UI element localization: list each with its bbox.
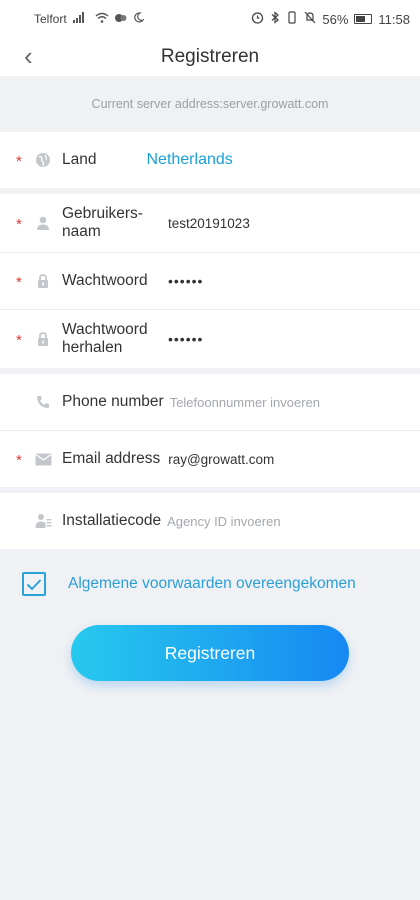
required-mark-placeholder: *: [16, 512, 30, 530]
signal-icon: [72, 12, 89, 26]
user-icon: [30, 213, 56, 233]
server-address-bar: Current server address:server.growatt.co…: [0, 76, 420, 132]
password-row[interactable]: * Wachtwoord ••••••: [0, 253, 420, 309]
app-header: ‹ Registreren: [0, 38, 420, 76]
contact-section: * Phone number Telefoonnummer invoeren *…: [0, 374, 420, 487]
install-code-input[interactable]: Agency ID invoeren: [167, 514, 280, 529]
phone-input[interactable]: Telefoonnummer invoeren: [170, 395, 320, 410]
land-value[interactable]: Netherlands: [146, 151, 232, 169]
installer-icon: [30, 511, 56, 531]
notification-icon: [114, 12, 127, 26]
terms-label[interactable]: Algemene voorwaarden overeengekomen: [68, 575, 356, 593]
bluetooth-icon: [270, 11, 280, 27]
username-input[interactable]: test20191023: [168, 216, 250, 231]
phone-icon: [30, 392, 56, 412]
account-section: * Gebruikers- naam test20191023 * Wachtw…: [0, 194, 420, 368]
mute-icon: [304, 11, 316, 27]
submit-wrapper: Registreren: [0, 619, 420, 681]
status-bar: Telfort 56% 11:58: [0, 0, 420, 38]
server-address-text: Current server address:server.growatt.co…: [91, 97, 329, 111]
phone-label: Phone number: [62, 393, 164, 411]
install-code-label: Installatiecode: [62, 512, 162, 530]
wifi-icon: [95, 12, 109, 26]
alarm-icon: [251, 11, 264, 27]
registration-form: * Land Netherlands: [0, 132, 420, 188]
password-label: Wachtwoord: [62, 272, 148, 290]
required-mark: *: [16, 332, 22, 349]
vibrate-icon: [286, 11, 298, 27]
phone-row[interactable]: * Phone number Telefoonnummer invoeren: [0, 374, 420, 430]
email-label: Email address: [62, 450, 161, 468]
terms-checkbox[interactable]: [22, 572, 46, 596]
password-repeat-label-line2: herhalen: [62, 339, 123, 356]
install-code-row[interactable]: * Installatiecode Agency ID invoeren: [0, 493, 420, 549]
required-mark: *: [16, 452, 22, 469]
required-mark: *: [16, 274, 22, 291]
email-row[interactable]: * Email address ray@growatt.com: [0, 431, 420, 487]
username-label-line1: Gebruikers-: [62, 205, 143, 223]
land-label: Land: [62, 151, 97, 169]
lock-icon: [30, 271, 56, 291]
battery-icon: [354, 14, 373, 24]
land-row[interactable]: * Land Netherlands: [0, 132, 420, 188]
required-mark-placeholder: *: [16, 393, 30, 411]
back-button[interactable]: ‹: [24, 42, 33, 70]
carrier-name: Telfort: [34, 12, 67, 26]
battery-percent: 56%: [322, 11, 349, 27]
page-title: Registreren: [160, 46, 260, 67]
mail-icon: [30, 449, 56, 469]
checkmark-icon: [26, 578, 42, 590]
username-label: Gebruikers- naam: [62, 205, 156, 241]
required-mark: *: [16, 216, 22, 233]
clock-time: 11:58: [378, 11, 410, 27]
terms-row: Algemene voorwaarden overeengekomen: [0, 549, 420, 619]
required-mark: *: [16, 153, 22, 170]
globe-icon: [30, 150, 56, 170]
lock-icon: [30, 329, 56, 349]
password-repeat-input[interactable]: ••••••: [168, 331, 203, 347]
password-input[interactable]: ••••••: [168, 273, 203, 289]
register-button[interactable]: Registreren: [71, 625, 349, 681]
password-repeat-label: Wachtwoord herhalen: [62, 321, 156, 357]
username-label-line2: naam: [62, 223, 101, 240]
moon-icon: [133, 12, 145, 26]
password-repeat-row[interactable]: * Wachtwoord herhalen ••••••: [0, 310, 420, 368]
email-input[interactable]: ray@growatt.com: [168, 452, 274, 467]
password-repeat-label-line1: Wachtwoord: [62, 321, 148, 339]
installer-section: * Installatiecode Agency ID invoeren: [0, 493, 420, 549]
username-row[interactable]: * Gebruikers- naam test20191023: [0, 194, 420, 252]
